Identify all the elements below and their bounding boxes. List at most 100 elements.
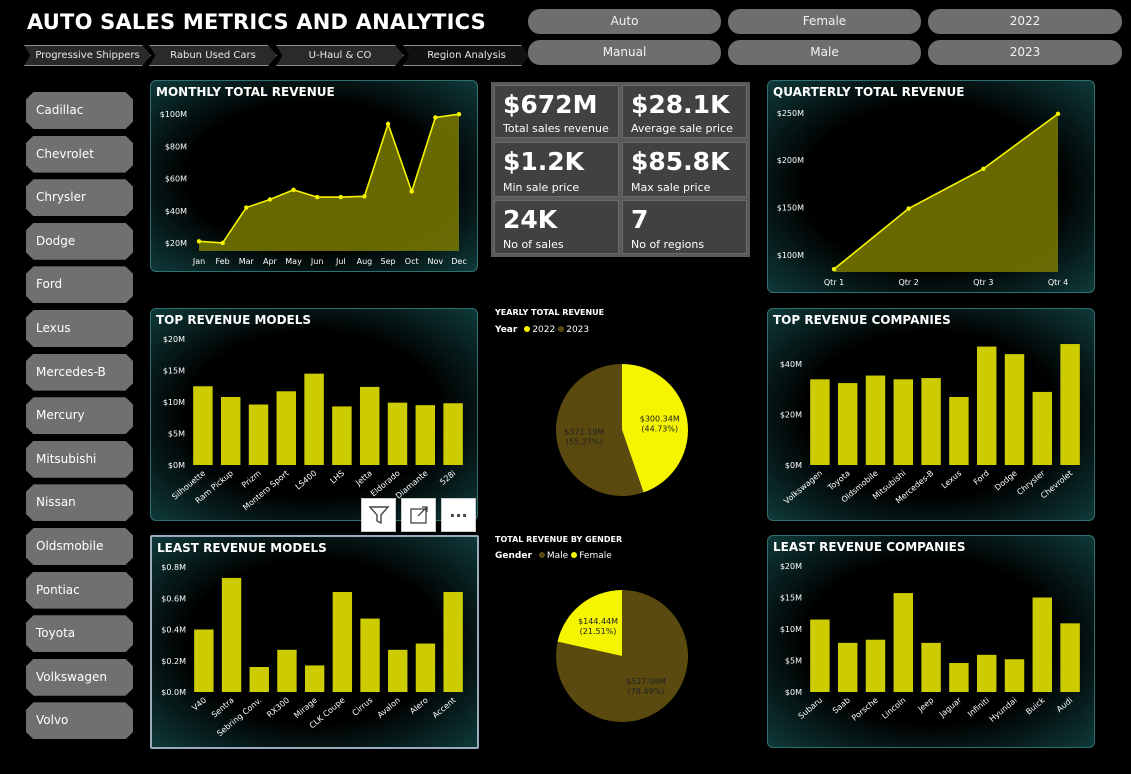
- filter-transmission-manual[interactable]: Manual: [528, 40, 721, 65]
- legend-female[interactable]: Female: [579, 551, 612, 561]
- nav-rabun-used-cars[interactable]: Rabun Used Cars: [149, 45, 277, 66]
- area-fill: [199, 114, 459, 252]
- nav-progressive-shippers[interactable]: Progressive Shippers: [24, 45, 151, 66]
- kpi-total-sales-revenue: $672M Total sales revenue: [494, 85, 619, 138]
- y-tick-label: $20M: [163, 335, 185, 344]
- x-tick-label: Sentra: [210, 696, 236, 720]
- filter-icon: [367, 506, 390, 525]
- filter-year-2023[interactable]: 2023: [928, 40, 1122, 65]
- sidebar-item-nissan[interactable]: Nissan: [26, 484, 133, 522]
- nav-uhaul-co[interactable]: U-Haul & CO: [276, 45, 404, 66]
- point-qtr-3: [981, 166, 986, 171]
- top-revenue-models-chart[interactable]: TOP REVENUE MODELS $0M $5M $10M $15M $20M Sil…: [150, 308, 478, 521]
- x-tick-label: Jun: [310, 257, 324, 266]
- sidebar-item-mercedes-b[interactable]: Mercedes-B: [26, 353, 133, 391]
- bar-porsche: [865, 639, 886, 692]
- focus-mode-button[interactable]: [401, 498, 436, 532]
- kpi-max-sale-price: $85.8K Max sale price: [622, 142, 747, 197]
- point-sep: [385, 121, 391, 127]
- x-tick-label: Lincoln: [880, 696, 907, 721]
- least_companies-plot: $0M $5M $10M $15M $20M Subaru SaabPorsche Linco…: [780, 562, 1080, 724]
- bar-jetta: [359, 386, 380, 465]
- y-tick-label: $0M: [785, 688, 802, 697]
- sidebar-item-volvo[interactable]: Volvo: [26, 702, 133, 740]
- nav-region-analysis[interactable]: Region Analysis: [403, 45, 530, 66]
- yearly-revenue-pie[interactable]: $300.34M(44.73%) $371.19M(55.27%): [540, 350, 700, 510]
- point-dec: [456, 112, 462, 117]
- bar-lincoln: [893, 593, 914, 692]
- point-feb: [220, 240, 225, 246]
- sidebar-item-dodge[interactable]: Dodge: [26, 222, 133, 260]
- x-tick-label: Jul: [335, 257, 346, 266]
- legend-2023[interactable]: 2023: [566, 325, 589, 335]
- y-tick-label: $0.6M: [161, 594, 186, 603]
- filter-gender-male[interactable]: Male: [728, 40, 921, 65]
- legend-title: Year: [495, 325, 518, 335]
- sidebar-item-mercury[interactable]: Mercury: [26, 397, 133, 435]
- kpi-label: No of sales: [503, 238, 564, 251]
- sidebar-item-ford[interactable]: Ford: [26, 266, 133, 304]
- x-tick-label: Mar: [239, 257, 255, 266]
- y-tick-label: $10M: [163, 398, 185, 407]
- top-revenue-companies-chart[interactable]: TOP REVENUE COMPANIES $0M $20M $40M Volkswa…: [767, 308, 1095, 521]
- filter-year-2022[interactable]: 2022: [928, 9, 1122, 34]
- sidebar-item-mitsubishi[interactable]: Mitsubishi: [26, 440, 133, 478]
- x-tick-label: Feb: [216, 257, 230, 266]
- sidebar-item-volkswagen[interactable]: Volkswagen: [26, 658, 133, 696]
- pie-value-label: $527.09M: [626, 677, 666, 686]
- y-tick-label: $0.2M: [161, 657, 186, 666]
- dashboard-title: AUTO SALES METRICS AND ANALYTICS: [27, 10, 486, 34]
- least-revenue-models-chart[interactable]: LEAST REVENUE MODELS $0.0M $0.2M $0.4M $0.6…: [150, 535, 479, 749]
- bar-rx300: [277, 649, 297, 692]
- x-tick-label: Jetta: [353, 469, 374, 488]
- least-revenue-companies-chart[interactable]: LEAST REVENUE COMPANIES $0M $5M $10M $15M $2…: [767, 535, 1095, 748]
- filter-gender-female[interactable]: Female: [728, 9, 921, 34]
- bar-ram-pickup: [220, 396, 241, 465]
- x-tick-label: Dec: [451, 257, 466, 266]
- bar-lexus: [949, 396, 969, 465]
- x-tick-label: Jaguar: [937, 695, 964, 719]
- legend-male[interactable]: Male: [547, 551, 568, 561]
- bar-ls400: [304, 373, 324, 465]
- sidebar-item-pontiac[interactable]: Pontiac: [26, 571, 133, 609]
- gender-pie-title: TOTAL REVENUE BY GENDER: [495, 535, 623, 544]
- point-qtr-4: [1055, 111, 1061, 117]
- gender-revenue-pie[interactable]: $527.09M(78.49%) $144.44M(21.51%): [540, 576, 700, 736]
- monthly-revenue-chart[interactable]: MONTHLY TOTAL REVENUE $20M $40M $60M $80M $1…: [150, 80, 478, 272]
- sidebar-item-chrysler[interactable]: Chrysler: [26, 179, 133, 217]
- sidebar-item-chevrolet[interactable]: Chevrolet: [26, 135, 133, 173]
- x-tick-label: Avalon: [376, 696, 402, 720]
- kpi-card-grid: $672M Total sales revenue $28.1K Average…: [491, 82, 750, 257]
- sidebar-item-lexus[interactable]: Lexus: [26, 310, 133, 347]
- more-options-button[interactable]: ···: [441, 498, 476, 532]
- sidebar-item-toyota[interactable]: Toyota: [26, 615, 133, 653]
- filter-button[interactable]: [361, 498, 396, 532]
- y-tick-label: $250M: [777, 109, 804, 118]
- point-nov: [433, 115, 438, 120]
- bar-hyundai: [1004, 659, 1025, 692]
- y-tick-label: $80M: [165, 142, 187, 151]
- bar-jeep: [921, 642, 941, 692]
- legend-2022[interactable]: 2022: [532, 325, 555, 335]
- kpi-value: $672M: [503, 90, 598, 119]
- bar-mitsubishi: [893, 379, 914, 465]
- bar-528i: [443, 403, 463, 465]
- x-tick-label: Audi: [1055, 696, 1074, 714]
- legend-dot-2023: [558, 326, 565, 332]
- y-tick-label: $5M: [785, 657, 802, 666]
- bar-clk-coupe: [332, 592, 353, 692]
- quarterly-revenue-chart[interactable]: QUARTERLY TOTAL REVENUE $100M $150M $200M $…: [767, 80, 1095, 293]
- kpi-average-sale-price: $28.1K Average sale price: [622, 85, 747, 138]
- bar-buick: [1032, 597, 1053, 692]
- quarterly-plot: $100M $150M $200M $250M Qtr 1 Qtr 2 Qtr 3 Qtr 4: [777, 109, 1068, 287]
- x-tick-label: Buick: [1024, 695, 1047, 716]
- y-tick-label: $40M: [780, 360, 802, 369]
- filter-transmission-auto[interactable]: Auto: [528, 9, 721, 34]
- sidebar-item-oldsmobile[interactable]: Oldsmobile: [26, 528, 133, 565]
- monthly-plot: $20M $40M $60M $80M $100M Jan Feb Mar Apr May Jun J…: [160, 110, 467, 266]
- y-tick-label: $10M: [780, 625, 802, 634]
- y-tick-label: $0.8M: [161, 563, 186, 572]
- bar-oldsmobile: [865, 375, 886, 465]
- bar-chevrolet: [1060, 344, 1080, 465]
- sidebar-item-cadillac[interactable]: Cadillac: [26, 92, 133, 129]
